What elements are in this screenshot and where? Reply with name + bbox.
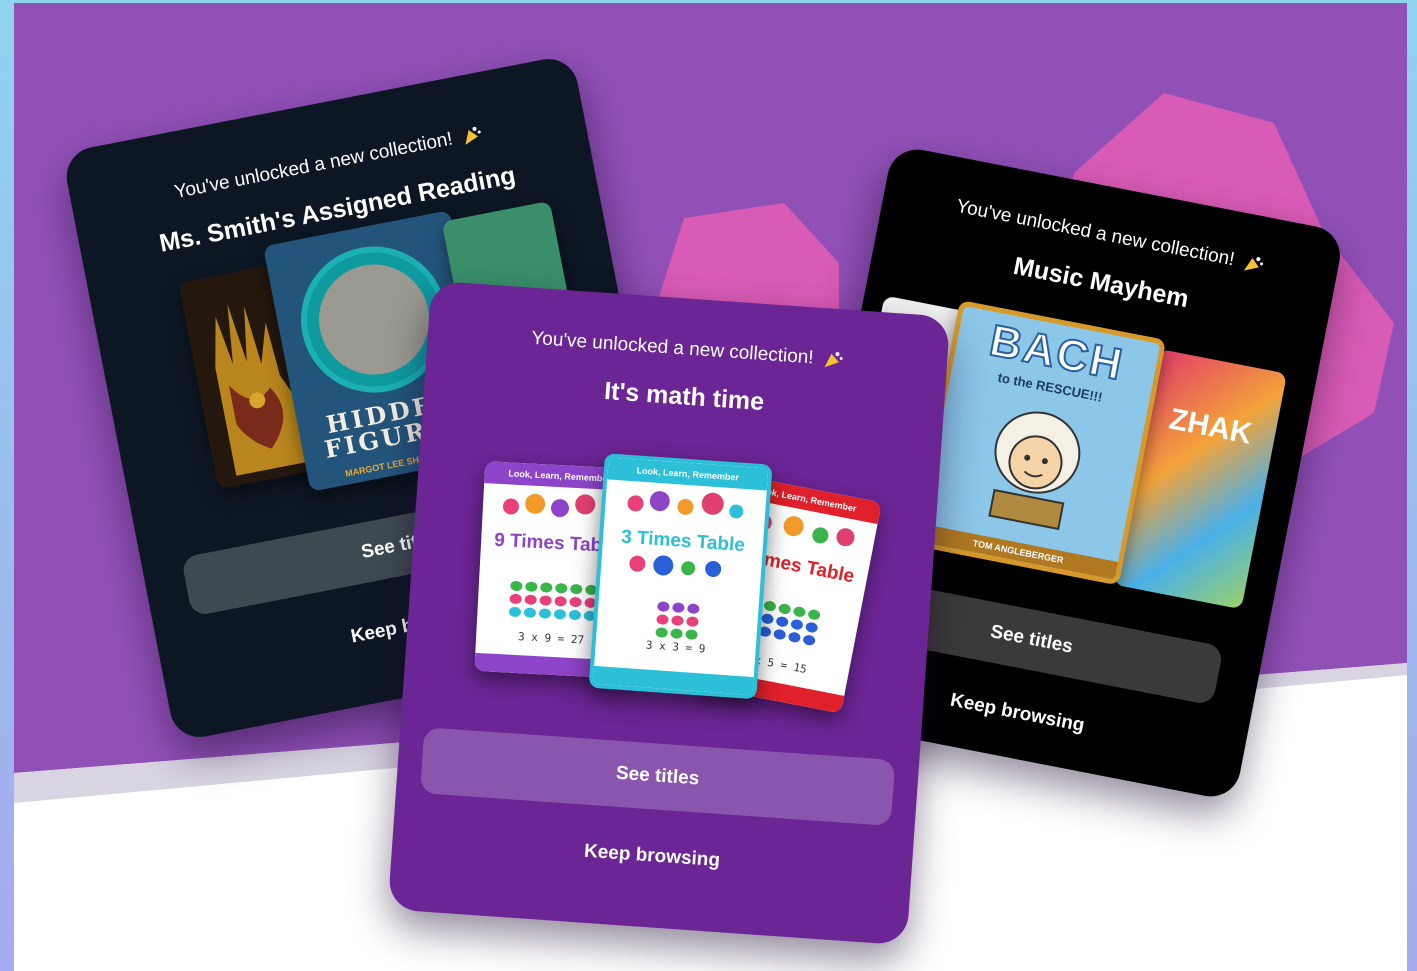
keep-browsing-link[interactable]: Keep browsing bbox=[392, 827, 912, 885]
book-cover-3-times-table[interactable]: Look, Learn, Remember 3 Times Table 3 x … bbox=[588, 453, 773, 700]
book-title: ZHAK bbox=[1166, 402, 1255, 451]
see-titles-button[interactable]: See titles bbox=[419, 727, 896, 826]
party-popper-icon bbox=[824, 352, 844, 368]
hero-illustration: You've unlocked a new collection! Ms. Sm… bbox=[14, 3, 1407, 971]
dot-grid bbox=[508, 580, 598, 622]
party-popper-icon bbox=[1244, 257, 1264, 271]
math-collection-card: You've unlocked a new collection! It's m… bbox=[387, 280, 951, 946]
book-author: TOM ANGLEBERGER bbox=[918, 523, 1119, 580]
party-popper-icon bbox=[465, 126, 482, 145]
cover-photo bbox=[309, 255, 439, 385]
bach-illustration bbox=[988, 411, 1081, 531]
dot-grid bbox=[655, 601, 700, 641]
collection-title: It's math time bbox=[603, 376, 765, 417]
